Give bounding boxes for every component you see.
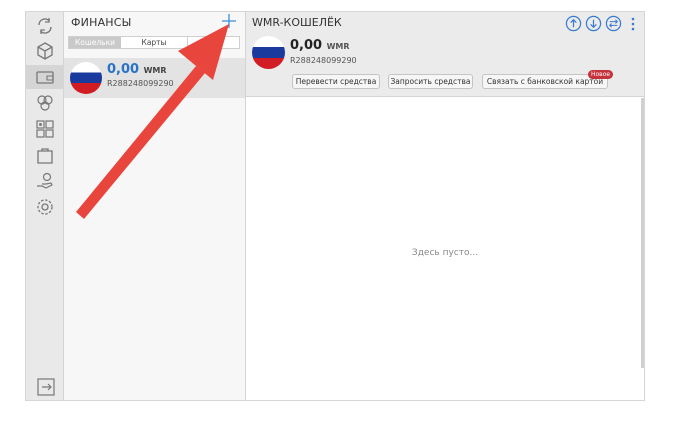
russia-flag-icon: [70, 62, 102, 94]
shopping-bag-icon[interactable]: [30, 143, 60, 167]
send-coin-icon[interactable]: [565, 15, 582, 32]
wallet-type-tabs: Кошельки Карты: [68, 36, 240, 49]
wallet-icon[interactable]: [26, 65, 64, 89]
sync-icon[interactable]: [30, 14, 60, 38]
app-window: ФИНАНСЫ Кошельки Карты 0,00 WMR R2882480…: [25, 11, 645, 401]
finance-title: ФИНАНСЫ: [71, 16, 132, 29]
main-balance: 0,00 WMR: [290, 38, 350, 53]
finance-panel: ФИНАНСЫ Кошельки Карты 0,00 WMR R2882480…: [64, 12, 246, 400]
wallet-header: WMR-КОШЕЛЁК 0,00 WMR R288248099290 Перев…: [246, 12, 644, 97]
tab-spacer: [188, 37, 239, 48]
qr-grid-icon[interactable]: [30, 117, 60, 141]
coins-icon[interactable]: [30, 91, 60, 115]
wallet-list-item[interactable]: 0,00 WMR R288248099290: [64, 58, 245, 98]
main-wallet-number: R288248099290: [290, 56, 357, 65]
kebab-menu-icon[interactable]: [631, 16, 635, 31]
scrollbar[interactable]: [641, 98, 644, 368]
gear-icon[interactable]: [30, 195, 60, 219]
hand-coin-icon[interactable]: [30, 169, 60, 193]
new-badge: Новое: [588, 70, 614, 79]
wallet-number: R288248099290: [107, 79, 174, 88]
transfer-funds-button[interactable]: Перевести средства: [292, 74, 380, 89]
page-title: WMR-КОШЕЛЁК: [252, 16, 342, 29]
cube-icon[interactable]: [30, 39, 60, 63]
russia-flag-icon: [252, 36, 285, 69]
exit-icon[interactable]: [36, 377, 56, 397]
wallet-detail: WMR-КОШЕЛЁК 0,00 WMR R288248099290 Перев…: [246, 12, 644, 400]
tab-wallets[interactable]: Кошельки: [69, 37, 121, 48]
tab-cards[interactable]: Карты: [121, 37, 188, 48]
exchange-icon[interactable]: [605, 15, 622, 32]
request-funds-button[interactable]: Запросить средства: [388, 74, 473, 89]
plus-icon[interactable]: [221, 13, 237, 29]
wallet-balance: 0,00 WMR: [107, 62, 167, 77]
empty-state-text: Здесь пусто...: [411, 248, 479, 258]
receive-coin-icon[interactable]: [585, 15, 602, 32]
sidebar-rail: [26, 12, 64, 400]
